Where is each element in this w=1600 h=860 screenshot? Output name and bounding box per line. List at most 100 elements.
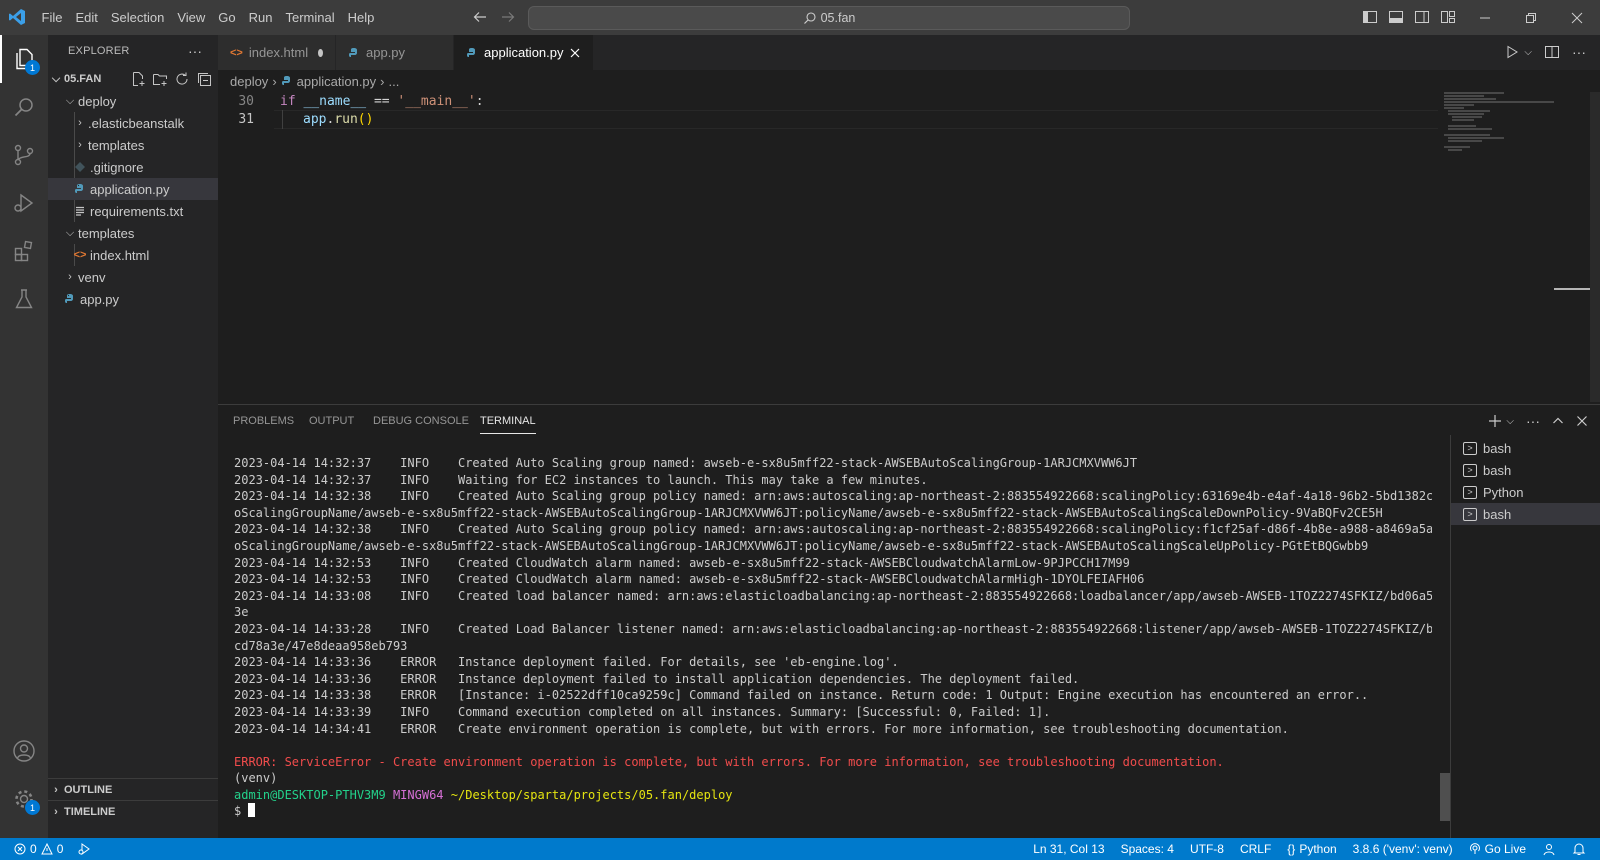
breadcrumb-folder[interactable]: deploy: [230, 74, 268, 89]
menu-terminal[interactable]: Terminal: [279, 10, 341, 25]
tree-item-templates[interactable]: › templates: [48, 134, 218, 156]
run-debug-activity[interactable]: [0, 179, 48, 227]
workspace-root[interactable]: ⌵ 05.FAN: [48, 68, 218, 90]
minimap[interactable]: [1440, 92, 1600, 402]
restore-button[interactable]: [1508, 0, 1554, 35]
terminal-cursor: [248, 803, 256, 818]
menu-view[interactable]: View: [171, 10, 212, 25]
tree-item-elasticbeanstalk[interactable]: › .elasticbeanstalk: [48, 112, 218, 134]
close-panel-icon[interactable]: [1576, 415, 1588, 427]
new-folder-icon[interactable]: [152, 71, 168, 87]
more-actions-icon[interactable]: ···: [1572, 44, 1586, 60]
tab-index-html[interactable]: <> index.html: [218, 35, 336, 70]
timeline-section[interactable]: › TIMELINE: [48, 800, 218, 822]
terminal-item-bash-2[interactable]: > bash: [1451, 459, 1600, 481]
language-mode[interactable]: {} Python: [1287, 842, 1336, 856]
chevron-right-icon: ›: [78, 117, 82, 129]
tree-item-templates-root[interactable]: ⌵ templates: [48, 222, 218, 244]
prompt-symbol: $: [234, 804, 242, 819]
tree-item-application-py[interactable]: application.py: [48, 178, 218, 200]
terminal-log-line: 2023-04-14 14:33:36 ERROR Instance deplo…: [234, 671, 1080, 686]
tab-app-py[interactable]: app.py: [336, 35, 454, 70]
breadcrumb-more[interactable]: ...: [389, 74, 400, 89]
toggle-secondary-sidebar-icon[interactable]: [1414, 9, 1430, 25]
source-control-activity[interactable]: [0, 131, 48, 179]
new-file-icon[interactable]: [130, 71, 146, 87]
terminal-item-bash-1[interactable]: > bash: [1451, 437, 1600, 459]
chevron-right-icon: ›: [272, 73, 277, 89]
title-bar: File Edit Selection View Go Run Terminal…: [0, 0, 1600, 35]
tab-application-py[interactable]: application.py: [454, 35, 594, 70]
tree-item-venv[interactable]: › venv: [48, 266, 218, 288]
maximize-panel-icon[interactable]: [1552, 415, 1564, 427]
terminal-item-python[interactable]: > Python: [1451, 481, 1600, 503]
chevron-down-icon[interactable]: ⌵: [1506, 416, 1514, 427]
menu-file[interactable]: File: [35, 10, 69, 25]
testing-activity[interactable]: [0, 275, 48, 323]
accounts-activity[interactable]: [0, 727, 48, 775]
more-actions-icon[interactable]: ···: [1526, 413, 1540, 429]
python-interpreter[interactable]: 3.8.6 ('venv': venv): [1353, 842, 1453, 856]
run-python-icon[interactable]: [1504, 44, 1520, 60]
tree-item-gitignore[interactable]: .gitignore: [48, 156, 218, 178]
terminal-item-bash-3[interactable]: > bash: [1451, 503, 1600, 525]
notifications-bell-icon[interactable]: [1572, 842, 1586, 856]
tab-debug-console[interactable]: DEBUG CONSOLE: [373, 415, 469, 427]
refresh-icon[interactable]: [174, 71, 190, 87]
problems-status[interactable]: 0 0: [14, 842, 63, 856]
terminal-output[interactable]: 2023-04-14 14:32:37 INFO Created Auto Sc…: [234, 455, 1432, 820]
tree-item-app-py[interactable]: app.py: [48, 288, 218, 310]
tree-item-requirements[interactable]: requirements.txt: [48, 200, 218, 222]
tab-output[interactable]: OUTPUT: [309, 415, 354, 427]
collapse-all-icon[interactable]: [196, 71, 212, 87]
html-file-icon: <>: [73, 249, 87, 261]
terminal-log-line: cd78a3e/47e8deaa958eb793: [234, 638, 408, 653]
current-line-highlight: [274, 110, 1438, 129]
explorer-more-actions-icon[interactable]: ···: [188, 43, 202, 59]
back-arrow-icon[interactable]: [472, 9, 488, 25]
cursor-position[interactable]: Ln 31, Col 13: [1033, 842, 1104, 856]
manage-activity[interactable]: 1: [0, 775, 48, 823]
encoding[interactable]: UTF-8: [1190, 842, 1224, 856]
forward-arrow-icon[interactable]: [500, 9, 516, 25]
explorer-activity[interactable]: 1: [0, 35, 48, 83]
tab-terminal[interactable]: TERMINAL: [480, 415, 536, 434]
close-tab-icon[interactable]: [570, 48, 580, 58]
extensions-activity[interactable]: [0, 227, 48, 275]
status-bar: 0 0 Ln 31, Col 13 Spaces: 4 UTF-8 CRLF {…: [0, 838, 1600, 860]
editor-scrollbar[interactable]: [1590, 92, 1600, 402]
unsaved-dot-icon[interactable]: [318, 48, 323, 57]
tree-item-label: index.html: [90, 247, 150, 263]
breadcrumb-file[interactable]: application.py: [297, 74, 377, 89]
tab-problems[interactable]: PROBLEMS: [233, 415, 294, 427]
minimap-line: [1448, 128, 1492, 130]
tree-item-deploy[interactable]: ⌵ deploy: [48, 90, 218, 112]
search-activity[interactable]: [0, 83, 48, 131]
terminal-scrollbar[interactable]: [1440, 773, 1450, 821]
toggle-primary-sidebar-icon[interactable]: [1362, 9, 1378, 25]
split-editor-icon[interactable]: [1544, 44, 1560, 60]
menu-go[interactable]: Go: [212, 10, 242, 25]
terminal-input-line[interactable]: $: [234, 803, 1432, 820]
minimap-line: [1452, 116, 1482, 118]
debug-status-icon[interactable]: [77, 842, 91, 856]
command-center-search[interactable]: 05.fan: [528, 6, 1130, 30]
accounts-status-icon[interactable]: [1542, 842, 1556, 856]
go-live-button[interactable]: Go Live: [1469, 842, 1526, 856]
outline-section[interactable]: › OUTLINE: [48, 778, 218, 800]
chevron-down-icon[interactable]: ⌵: [1524, 47, 1532, 58]
customize-layout-icon[interactable]: [1440, 9, 1456, 25]
end-of-line[interactable]: CRLF: [1240, 842, 1271, 856]
close-window-button[interactable]: [1554, 0, 1600, 35]
new-terminal-icon[interactable]: [1488, 414, 1502, 428]
toggle-panel-icon[interactable]: [1388, 9, 1404, 25]
explorer-sidebar: EXPLORER ··· ⌵ 05.FAN ⌵ deploy › .elasti…: [48, 35, 218, 838]
minimize-button[interactable]: [1462, 0, 1508, 35]
menu-selection[interactable]: Selection: [104, 10, 170, 25]
minimap-line: [1444, 104, 1474, 106]
menu-edit[interactable]: Edit: [69, 10, 104, 25]
menu-run[interactable]: Run: [242, 10, 279, 25]
menu-help[interactable]: Help: [341, 10, 381, 25]
tree-item-index-html[interactable]: <> index.html: [48, 244, 218, 266]
indentation[interactable]: Spaces: 4: [1121, 842, 1174, 856]
